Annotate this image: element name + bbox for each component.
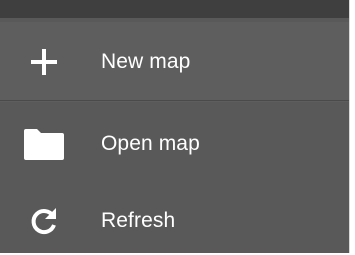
menu-divider bbox=[0, 100, 349, 101]
map-menu: New map Open map Refresh bbox=[0, 0, 350, 253]
menu-item-label: New map bbox=[101, 50, 191, 73]
refresh-icon bbox=[22, 199, 66, 243]
menu-item-new-map[interactable]: New map bbox=[0, 22, 349, 102]
menu-item-open-map[interactable]: Open map bbox=[0, 104, 349, 184]
menu-item-refresh[interactable]: Refresh bbox=[0, 181, 349, 253]
menu-item-label: Open map bbox=[101, 132, 200, 155]
menu-item-label: Refresh bbox=[101, 209, 176, 232]
folder-icon bbox=[22, 122, 66, 166]
plus-icon bbox=[22, 40, 66, 84]
menu-top-bar bbox=[0, 0, 349, 18]
